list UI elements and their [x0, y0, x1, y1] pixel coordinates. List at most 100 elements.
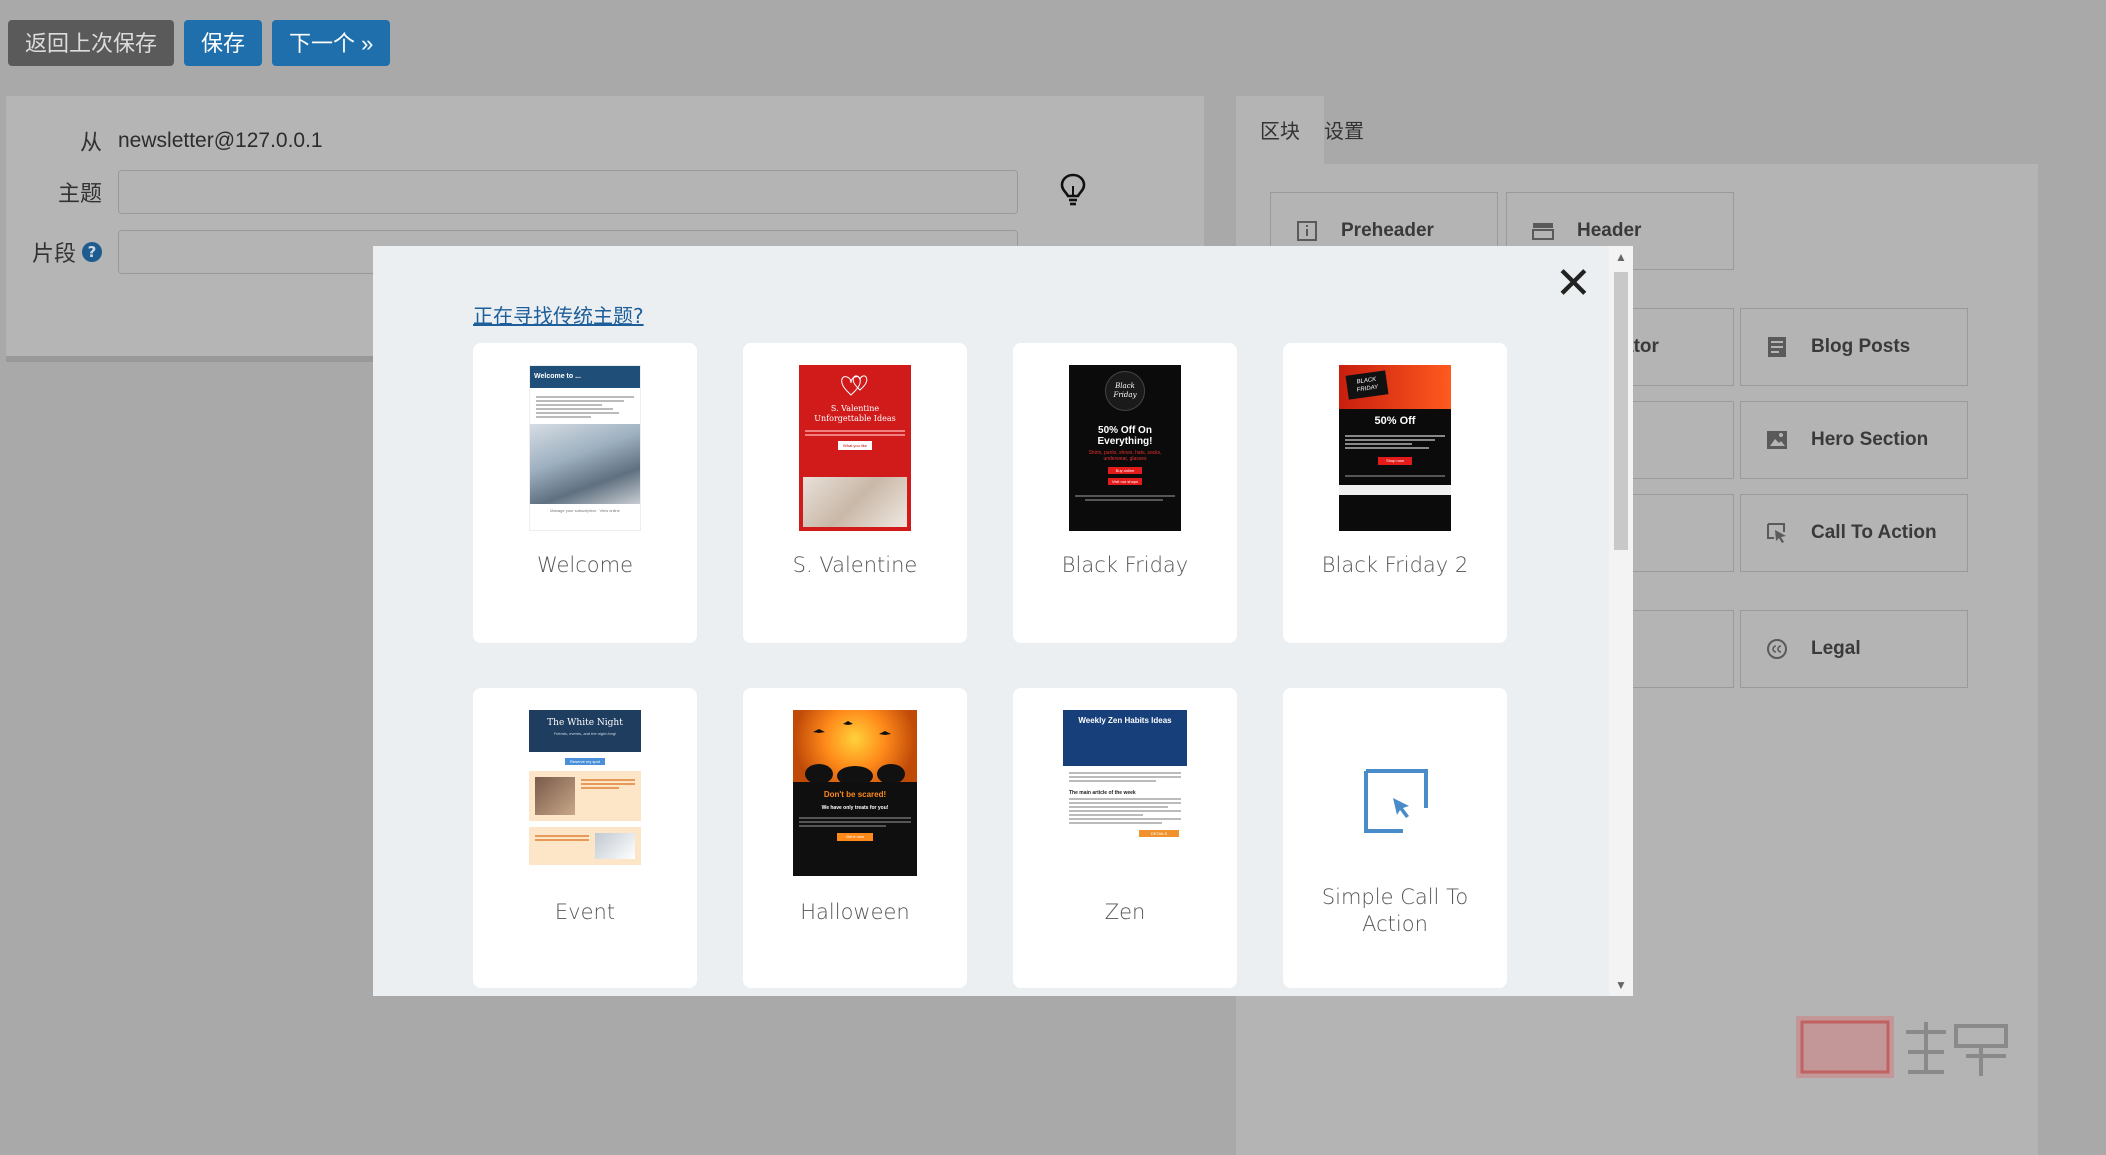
theme-title: Welcome	[536, 553, 634, 577]
theme-card-halloween[interactable]: Don't be scared! We have only treats for…	[743, 688, 967, 988]
help-icon[interactable]: ?	[82, 242, 102, 262]
snippet-label-wrap: 片段 ?	[6, 236, 118, 268]
thumb-banner: BLACK FRIDAY	[1339, 365, 1451, 409]
tab-blocks[interactable]: 区块	[1236, 96, 1324, 164]
save-button[interactable]: 保存	[184, 20, 263, 66]
theme-title: Event	[554, 900, 616, 924]
welcome-thumbnail: Welcome to ... Manage your subscription …	[529, 365, 641, 531]
thumb-sub: Friends, events, and the night long!	[553, 731, 617, 736]
thumb-footer-bar	[1339, 485, 1451, 495]
copyright-icon	[1765, 637, 1789, 661]
event-thumbnail: The White Night Friends, events, and the…	[529, 710, 641, 876]
block-legal[interactable]: Legal	[1740, 610, 1968, 688]
valentine-photo	[803, 477, 907, 527]
theme-title: Simple Call To Action	[1321, 885, 1469, 936]
document-icon	[1765, 335, 1789, 359]
theme-title: S. Valentine	[792, 553, 918, 577]
pumpkins-icon	[805, 721, 905, 786]
snippet-label: 片段	[31, 242, 76, 267]
block-label: Preheader	[1341, 220, 1434, 241]
scroll-down-icon[interactable]: ▼	[1615, 978, 1627, 992]
thumb-button: Reserve my spot	[565, 758, 605, 765]
thumb-line1: Don't be scared!	[823, 790, 887, 799]
thumb-button: DETAILS	[1139, 830, 1179, 837]
theme-title: Zen	[1104, 900, 1146, 924]
block-label: Call To Action	[1811, 522, 1937, 543]
theme-card-s-valentine[interactable]: S. Valentine Unforgettable Ideas What yo…	[743, 343, 967, 643]
thumb-line1: S. Valentine	[830, 404, 880, 413]
thumb-section-2	[529, 827, 641, 865]
next-button[interactable]: 下一个 »	[272, 20, 391, 66]
cursor-click-icon	[1364, 769, 1428, 833]
thumb-badge: BLACK FRIDAY	[1345, 370, 1389, 400]
hearts-icon	[841, 375, 868, 396]
thumb-button: Shop now	[1378, 457, 1412, 465]
theme-picker-modal: 正在寻找传统主题? ✕ Welcome to ... Manage your s…	[373, 246, 1633, 996]
theme-card-simple-call-to-action[interactable]: Simple Call To Action	[1283, 688, 1507, 988]
block-call-to-action[interactable]: Call To Action	[1740, 494, 1968, 572]
back-to-last-save-button[interactable]: 返回上次保存	[8, 20, 175, 66]
thumb-moon-sky	[793, 710, 917, 786]
from-label: 从	[79, 131, 102, 156]
thumb-line1: 50% Off	[1374, 415, 1416, 427]
thumb-section: The main article of the week	[1069, 790, 1136, 796]
subject-label: 主题	[57, 182, 102, 207]
thumb-photo	[535, 777, 575, 815]
modal-scrollbar[interactable]: ▲ ▼	[1609, 246, 1633, 996]
block-label: Header	[1577, 220, 1642, 241]
panel-tabs: 区块 设置	[1236, 96, 1388, 164]
theme-title: Black Friday 2	[1321, 553, 1469, 577]
valentine-thumbnail: S. Valentine Unforgettable Ideas What yo…	[799, 365, 911, 531]
subject-input[interactable]	[118, 170, 1018, 214]
watermark-logo	[1796, 1016, 2008, 1078]
subject-row: 主题	[6, 170, 1018, 214]
theme-card-event[interactable]: The White Night Friends, events, and the…	[473, 688, 697, 988]
thumb-line2: Everything!	[1097, 436, 1153, 447]
thumb-header-block: The White Night Friends, events, and the…	[529, 710, 641, 752]
halloween-thumbnail: Don't be scared! We have only treats for…	[793, 710, 917, 876]
thumb-section-1	[529, 771, 641, 821]
from-row: 从 newsletter@127.0.0.1	[6, 126, 323, 156]
scroll-thumb[interactable]	[1614, 272, 1628, 550]
thumb-photo	[595, 833, 635, 859]
toolbar: 返回上次保存 保存 下一个 »	[8, 20, 391, 66]
block-label: Hero Section	[1811, 429, 1929, 450]
tab-settings[interactable]: 设置	[1324, 96, 1388, 164]
thumb-header: The White Night	[547, 718, 623, 728]
from-value: newsletter@127.0.0.1	[118, 129, 323, 152]
layout-icon	[1531, 219, 1555, 243]
thumb-line2: We have only treats for you!	[821, 805, 889, 811]
image-icon	[1765, 428, 1789, 452]
thumb-header: Weekly Zen Habits Ideas	[1063, 710, 1187, 766]
theme-card-black-friday-2[interactable]: BLACK FRIDAY 50% Off Shop now Black Frid…	[1283, 343, 1507, 643]
thumb-line1: 50% Off On	[1098, 425, 1152, 436]
thumb-badge: Black Friday	[1105, 371, 1145, 411]
classic-themes-link[interactable]: 正在寻找传统主题?	[473, 300, 644, 329]
thumb-header: Welcome to ...	[530, 366, 640, 388]
cursor-click-icon	[1765, 521, 1789, 545]
block-label: Legal	[1811, 638, 1861, 659]
yoga-photo	[530, 424, 640, 504]
theme-card-welcome[interactable]: Welcome to ... Manage your subscription …	[473, 343, 697, 643]
theme-title: Black Friday	[1061, 553, 1189, 577]
block-blog-posts[interactable]: Blog Posts	[1740, 308, 1968, 386]
black-friday-thumbnail: Black Friday 50% Off On Everything! Shir…	[1069, 365, 1181, 531]
info-icon	[1295, 219, 1319, 243]
thumb-button-2: Visit our shops	[1108, 478, 1142, 485]
theme-title: Halloween	[800, 900, 910, 924]
thumb-sub: Shirts, pants, shoes, hats, socks, under…	[1088, 450, 1162, 462]
close-icon[interactable]: ✕	[1555, 262, 1592, 306]
scroll-up-icon[interactable]: ▲	[1615, 250, 1627, 264]
thumb-button-1: Buy online	[1108, 467, 1142, 474]
block-hero-section[interactable]: Hero Section	[1740, 401, 1968, 479]
thumb-line2: Unforgettable Ideas	[814, 414, 896, 423]
theme-card-zen[interactable]: Weekly Zen Habits Ideas The main article…	[1013, 688, 1237, 988]
block-label: Blog Posts	[1811, 336, 1911, 357]
lightbulb-icon[interactable]	[1058, 172, 1088, 208]
thumb-footer: Manage your subscription · View online	[550, 508, 620, 513]
zen-thumbnail: Weekly Zen Habits Ideas The main article…	[1063, 710, 1187, 876]
theme-card-black-friday[interactable]: Black Friday 50% Off On Everything! Shir…	[1013, 343, 1237, 643]
thumb-button: Get it now	[837, 833, 873, 841]
thumb-button: What you like	[838, 441, 872, 450]
black-friday-2-thumbnail: BLACK FRIDAY 50% Off Shop now	[1339, 365, 1451, 531]
